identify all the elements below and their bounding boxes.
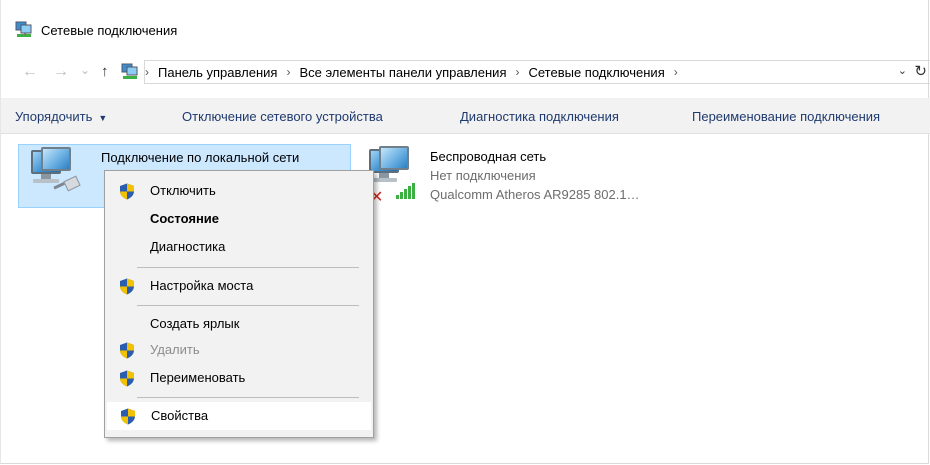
uac-shield-icon (119, 183, 135, 200)
menu-item-label: Диагностика (150, 239, 226, 254)
connection-status: Нет подключения (430, 168, 536, 183)
up-arrow-icon[interactable]: ↑ (101, 62, 109, 82)
back-arrow-icon[interactable]: ← (22, 62, 38, 82)
menu-item-label: Создать ярлык (150, 316, 240, 331)
uac-shield-icon (119, 370, 135, 387)
menu-item-label: Удалить (150, 342, 200, 357)
command-bar: Упорядочить ▼ Отключение сетевого устройс… (1, 98, 930, 134)
ethernet-adapter-icon (25, 147, 81, 197)
context-menu: Отключить Состояние Диагностика Настройк… (104, 170, 374, 438)
connection-device: Qualcomm Atheros AR9285 802.1… (430, 187, 640, 202)
signal-bars-icon (396, 183, 416, 199)
menu-separator (137, 267, 359, 268)
uac-shield-icon (119, 342, 135, 359)
rename-connection-button[interactable]: Переименование подключения (692, 109, 880, 124)
address-bar[interactable]: › Панель управления › Все элементы панел… (144, 60, 930, 84)
recent-locations-chevron-icon[interactable]: ⌄ (80, 60, 90, 80)
diagnose-connection-button[interactable]: Диагностика подключения (460, 109, 619, 124)
menu-item-status[interactable]: Состояние (107, 206, 371, 232)
menu-separator (137, 397, 359, 398)
menu-item-label: Состояние (150, 211, 220, 226)
breadcrumb-separator-icon[interactable]: › (515, 65, 519, 79)
window-title: Сетевые подключения (41, 22, 178, 38)
breadcrumb-separator-icon[interactable]: › (674, 65, 678, 79)
menu-item-label: Настройка моста (150, 278, 254, 293)
refresh-icon[interactable]: ↻ (914, 62, 927, 80)
menu-item-properties[interactable]: Свойства (107, 402, 371, 430)
menu-item-bridge-settings[interactable]: Настройка моста (107, 273, 371, 299)
breadcrumb-control-panel[interactable]: Панель управления (158, 65, 277, 80)
connection-item-wireless[interactable]: ✕ Беспроводная сеть Нет подключения Qual… (359, 144, 689, 208)
menu-item-rename[interactable]: Переименовать (107, 365, 371, 391)
breadcrumb-separator-icon: › (145, 65, 149, 79)
menu-item-create-shortcut[interactable]: Создать ярлык (107, 311, 371, 337)
menu-item-disable[interactable]: Отключить (107, 178, 371, 204)
address-dropdown-chevron-icon[interactable]: ⌄ (898, 64, 907, 77)
network-connections-icon (15, 21, 33, 39)
connection-name: Беспроводная сеть (430, 149, 547, 164)
network-connections-window: Сетевые подключения ← → ⌄ ↑ › Панель упр… (0, 0, 930, 464)
menu-item-label: Отключить (150, 183, 216, 198)
menu-separator (137, 305, 359, 306)
disable-device-button[interactable]: Отключение сетевого устройства (182, 109, 383, 124)
menu-item-label: Свойства (151, 408, 209, 423)
breadcrumb-separator-icon[interactable]: › (286, 65, 290, 79)
navigation-bar: ← → ⌄ ↑ › Панель управления › Все элемен… (1, 56, 930, 88)
forward-arrow-icon[interactable]: → (53, 62, 69, 82)
menu-item-label: Переименовать (150, 370, 246, 385)
control-panel-icon (121, 63, 139, 81)
uac-shield-icon (120, 408, 136, 425)
breadcrumb-all-control-panel-items[interactable]: Все элементы панели управления (299, 65, 506, 80)
breadcrumb-network-connections[interactable]: Сетевые подключения (528, 65, 664, 80)
connection-name: Подключение по локальной сети (101, 150, 300, 165)
menu-item-diagnose[interactable]: Диагностика (107, 234, 371, 260)
organize-label: Упорядочить (15, 109, 93, 124)
title-bar: Сетевые подключения (15, 20, 177, 40)
uac-shield-icon (119, 278, 135, 295)
dropdown-caret-icon: ▼ (98, 113, 108, 123)
menu-item-delete: Удалить (107, 337, 371, 363)
organize-menu-button[interactable]: Упорядочить ▼ (15, 109, 107, 124)
